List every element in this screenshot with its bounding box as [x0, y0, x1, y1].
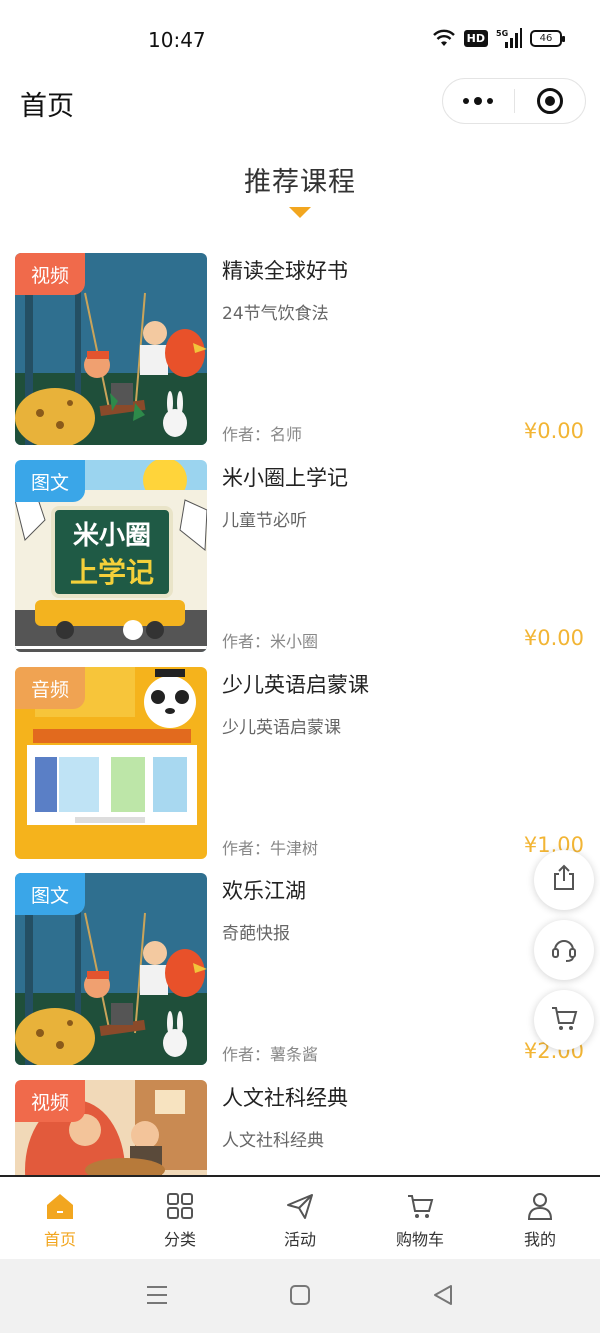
cart-icon	[405, 1191, 435, 1221]
course-cover-image: 音频	[15, 667, 207, 859]
more-menu-button[interactable]	[443, 79, 514, 123]
tab-home[interactable]: 首页	[0, 1177, 120, 1259]
course-author: 作者：名师	[222, 425, 303, 444]
course-item[interactable]: 米小圈 上学记 图文 米小圈上学记 儿童节必听 作者：米小圈 ¥0.00	[0, 460, 600, 652]
caret-down-icon	[289, 207, 311, 218]
close-miniprogram-button[interactable]	[515, 79, 586, 123]
paper-plane-icon	[285, 1191, 315, 1221]
home-icon	[45, 1191, 75, 1221]
course-subtitle: 儿童节必听	[222, 511, 307, 531]
tab-label: 购物车	[395, 1230, 444, 1249]
network-type-label: 5G	[496, 29, 508, 38]
course-cover-image: 视频	[15, 253, 207, 445]
tab-cart[interactable]: 购物车	[360, 1177, 480, 1259]
cart-icon	[549, 1003, 579, 1037]
share-button[interactable]	[534, 850, 594, 910]
course-cover-image: 米小圈 上学记 图文	[15, 460, 207, 652]
hd-icon: HD	[463, 29, 488, 47]
section-title: 推荐课程	[244, 167, 356, 198]
course-subtitle: 人文社科经典	[222, 1131, 324, 1151]
more-dot-icon	[474, 97, 483, 105]
more-dot-icon	[487, 98, 494, 104]
cart-float-button[interactable]	[534, 990, 594, 1050]
course-item[interactable]: 视频 人文社科经典 人文社科经典	[0, 1080, 600, 1175]
course-title: 精读全球好书	[222, 259, 348, 283]
course-subtitle: 奇葩快报	[222, 924, 290, 944]
course-title: 米小圈上学记	[222, 466, 348, 490]
tab-bar: 首页 分类 活动 购物车 我的	[0, 1175, 600, 1259]
tab-label: 分类	[163, 1230, 196, 1249]
tab-label: 活动	[283, 1230, 316, 1249]
course-title: 人文社科经典	[222, 1086, 348, 1110]
course-author: 作者：牛津树	[222, 839, 319, 858]
course-cover-image: 视频	[15, 1080, 207, 1175]
audio-badge: 音频	[15, 667, 85, 709]
battery-icon: 46	[530, 29, 565, 47]
course-subtitle: 24节气饮食法	[222, 304, 329, 324]
customer-service-button[interactable]	[534, 920, 594, 980]
course-item[interactable]: 视频 精读全球好书 24节气饮食法 作者：名师 ¥0.00	[0, 253, 600, 445]
menu-icon[interactable]	[146, 1283, 168, 1311]
nav-bar: 首页	[0, 78, 600, 126]
course-item[interactable]: 音频 少儿英语启蒙课 少儿英语启蒙课 作者：牛津树 ¥1.00	[0, 667, 600, 859]
tab-category[interactable]: 分类	[120, 1177, 240, 1259]
status-time: 10:47	[148, 28, 206, 52]
course-title: 少儿英语启蒙课	[222, 673, 369, 697]
image-text-badge: 图文	[15, 460, 85, 502]
course-author: 作者：米小圈	[222, 632, 319, 651]
course-price: ¥0.00	[523, 626, 584, 650]
tab-label: 首页	[43, 1230, 76, 1249]
cover-title-line2: 上学记	[70, 556, 154, 589]
tab-activity[interactable]: 活动	[240, 1177, 360, 1259]
system-nav-bar	[0, 1259, 600, 1333]
video-badge: 视频	[15, 1080, 85, 1122]
status-icons: HD 5G 46	[432, 28, 565, 48]
tab-mine[interactable]: 我的	[480, 1177, 600, 1259]
share-icon	[549, 863, 579, 897]
battery-level: 46	[539, 32, 553, 44]
home-square-icon[interactable]	[289, 1283, 311, 1311]
back-triangle-icon[interactable]	[432, 1283, 454, 1311]
target-icon	[536, 88, 563, 114]
course-price: ¥0.00	[523, 419, 584, 443]
video-badge: 视频	[15, 253, 85, 295]
course-author: 作者：薯条酱	[222, 1045, 319, 1064]
headset-icon	[549, 933, 579, 967]
course-title: 欢乐江湖	[222, 879, 306, 903]
cover-title-line1: 米小圈	[73, 521, 151, 551]
course-subtitle: 少儿英语启蒙课	[222, 718, 341, 738]
course-list[interactable]: 视频 精读全球好书 24节气饮食法 作者：名师 ¥0.00 米小圈 上学记 图文…	[0, 253, 600, 1175]
miniprogram-capsule	[442, 78, 586, 124]
course-item[interactable]: 图文 欢乐江湖 奇葩快报 作者：薯条酱 ¥2.00	[0, 873, 600, 1065]
status-bar: 10:47 HD 5G 46	[0, 0, 600, 78]
tab-label: 我的	[523, 1230, 556, 1249]
image-text-badge: 图文	[15, 873, 85, 915]
wifi-icon	[432, 29, 456, 47]
more-dot-icon	[463, 98, 470, 104]
grid-icon	[165, 1191, 195, 1221]
signal-icon: 5G	[496, 28, 522, 48]
page-title: 首页	[20, 91, 74, 122]
user-icon	[525, 1191, 555, 1221]
course-cover-image: 图文	[15, 873, 207, 1065]
